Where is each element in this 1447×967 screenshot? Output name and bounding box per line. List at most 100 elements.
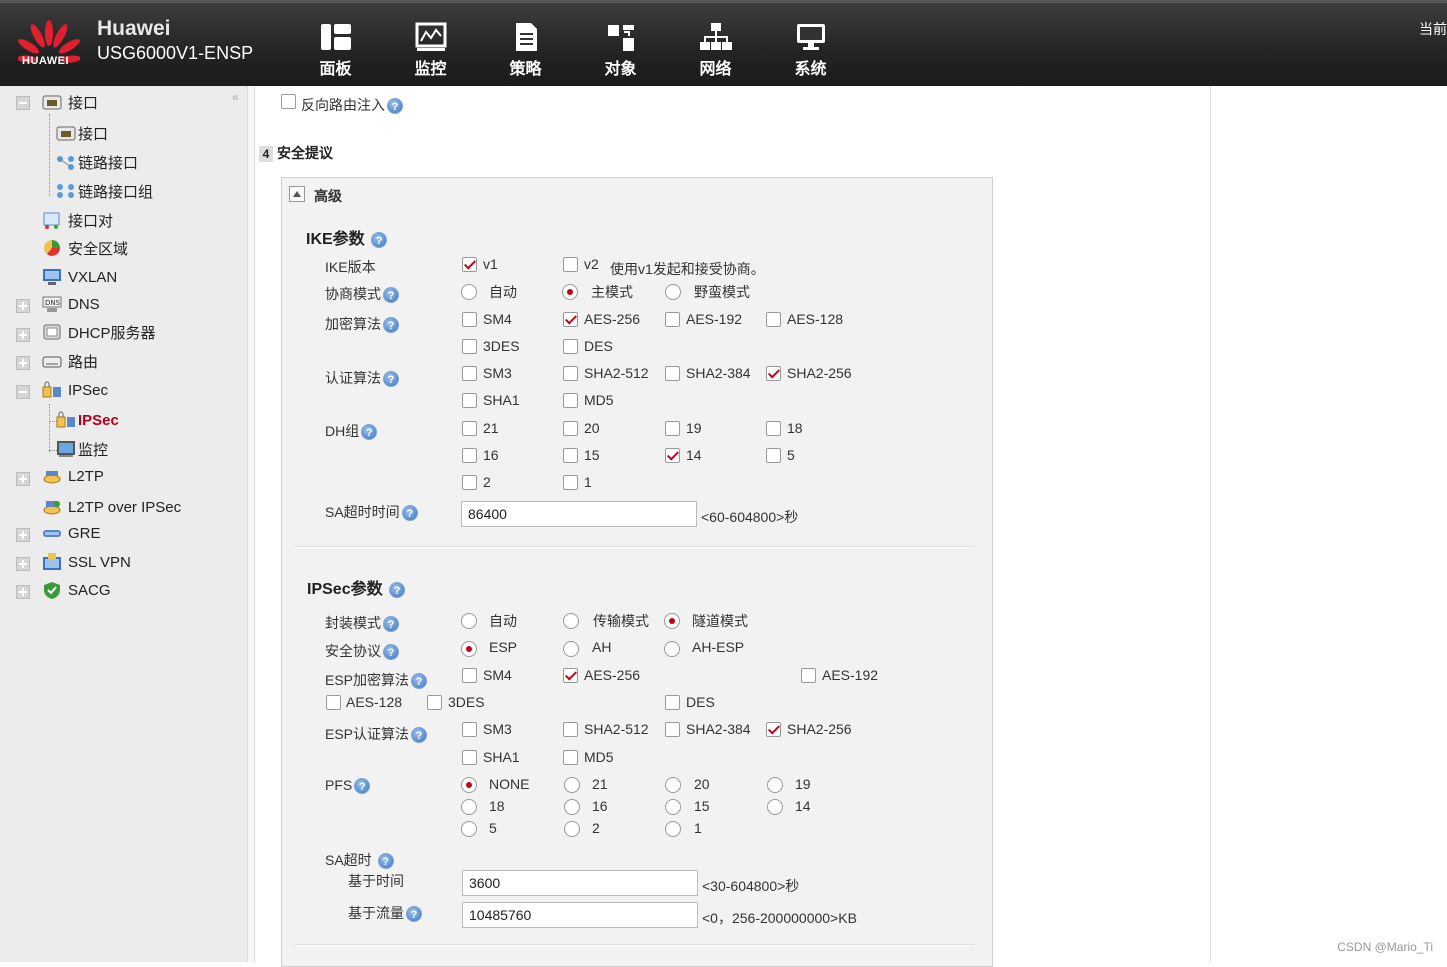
sidebar-item-link-interface-group[interactable]: 链路接口组 (56, 180, 153, 202)
sidebar-item-ssl-vpn[interactable]: SSL VPN (42, 551, 131, 573)
auth-sm3-checkbox[interactable] (462, 366, 477, 381)
help-icon[interactable]: ? (411, 727, 428, 744)
sidebar-item-l2tp-over-ipsec[interactable]: L2TP over IPSec (42, 496, 181, 518)
collapse-toggle[interactable] (16, 96, 30, 110)
esp-enc-3des-checkbox[interactable] (427, 695, 442, 710)
expand-toggle[interactable] (16, 585, 30, 599)
time-based-input[interactable]: 3600 (462, 870, 698, 896)
dh-1-checkbox[interactable] (563, 475, 578, 490)
esp-enc-aes256-checkbox[interactable] (563, 668, 578, 683)
mode-main-radio[interactable] (562, 284, 578, 300)
sidebar-item-ipsec[interactable]: IPSec (56, 409, 119, 431)
sidebar-item-route[interactable]: 路由 (42, 350, 98, 372)
help-icon[interactable]: ? (389, 581, 406, 598)
collapse-toggle[interactable] (16, 385, 30, 399)
esp-auth-md5-checkbox[interactable] (563, 750, 578, 765)
help-icon[interactable]: ? (361, 424, 378, 441)
expand-toggle[interactable] (16, 299, 30, 313)
help-icon[interactable]: ? (383, 371, 399, 388)
esp-auth-sha2-512-checkbox[interactable] (563, 722, 578, 737)
help-icon[interactable]: ? (371, 231, 388, 248)
enc-sm4-checkbox[interactable] (462, 312, 477, 327)
sidebar-item-interface-group[interactable]: 接口 (42, 91, 98, 113)
help-icon[interactable]: ? (401, 505, 418, 522)
dh-20-checkbox[interactable] (563, 421, 578, 436)
sidebar-item-interface-pair[interactable]: 接口对 (42, 209, 113, 231)
auth-sha2-512-checkbox[interactable] (563, 366, 578, 381)
help-icon[interactable]: ? (383, 317, 399, 334)
ike-v1-checkbox[interactable] (462, 257, 477, 272)
pfs-16-radio[interactable] (564, 799, 580, 815)
esp-auth-sha2-256-checkbox[interactable] (766, 722, 781, 737)
collapse-sidebar-icon[interactable]: « (232, 90, 239, 104)
help-icon[interactable]: ? (354, 778, 371, 795)
expand-toggle[interactable] (16, 356, 30, 370)
dh-19-checkbox[interactable] (665, 421, 680, 436)
auth-sha2-256-checkbox[interactable] (766, 366, 781, 381)
help-icon[interactable]: ? (383, 287, 399, 304)
pfs-none-radio[interactable] (461, 777, 477, 793)
traffic-based-input[interactable]: 10485760 (462, 902, 698, 928)
dh-16-checkbox[interactable] (462, 448, 477, 463)
esp-enc-aes128-checkbox[interactable] (326, 695, 341, 710)
esp-auth-sm3-checkbox[interactable] (462, 722, 477, 737)
pfs-15-radio[interactable] (665, 799, 681, 815)
pfs-1-radio[interactable] (665, 821, 681, 837)
enc-aes128-checkbox[interactable] (766, 312, 781, 327)
help-icon[interactable]: ? (383, 616, 399, 633)
sidebar-item-ipsec-group[interactable]: IPSec (42, 379, 108, 401)
esp-auth-sha2-384-checkbox[interactable] (665, 722, 680, 737)
enc-des-checkbox[interactable] (563, 339, 578, 354)
expand-toggle[interactable] (16, 328, 30, 342)
nav-object[interactable]: 对象 (573, 21, 668, 79)
pfs-20-radio[interactable] (665, 777, 681, 793)
collapse-advanced-icon[interactable] (289, 186, 305, 202)
mode-aggressive-radio[interactable] (665, 284, 681, 300)
enc-3des-checkbox[interactable] (462, 339, 477, 354)
dh-18-checkbox[interactable] (766, 421, 781, 436)
dh-2-checkbox[interactable] (462, 475, 477, 490)
nav-monitor[interactable]: 监控 (383, 21, 478, 79)
sidebar-item-interface[interactable]: 接口 (56, 122, 108, 144)
sidebar-item-security-zone[interactable]: 安全区域 (42, 237, 128, 259)
proto-ah-esp-radio[interactable] (664, 641, 680, 657)
help-icon[interactable]: ? (411, 673, 428, 690)
proto-esp-radio[interactable] (461, 641, 477, 657)
reverse-route-checkbox[interactable] (281, 94, 296, 109)
encap-tunnel-radio[interactable] (664, 613, 680, 629)
auth-md5-checkbox[interactable] (563, 393, 578, 408)
nav-dashboard[interactable]: 面板 (288, 21, 383, 79)
dh-21-checkbox[interactable] (462, 421, 477, 436)
sidebar-splitter[interactable] (247, 86, 255, 962)
esp-enc-sm4-checkbox[interactable] (462, 668, 477, 683)
sidebar-item-ipsec-monitor[interactable]: 监控 (56, 438, 108, 460)
pfs-14-radio[interactable] (767, 799, 783, 815)
pfs-2-radio[interactable] (564, 821, 580, 837)
help-icon[interactable]: ? (406, 906, 422, 923)
sidebar-item-vxlan[interactable]: VXLAN (42, 266, 117, 288)
help-icon[interactable]: ? (377, 853, 394, 870)
pfs-21-radio[interactable] (564, 777, 580, 793)
nav-network[interactable]: 网络 (668, 21, 763, 79)
help-icon[interactable]: ? (383, 644, 399, 661)
help-icon[interactable]: ? (387, 98, 403, 115)
pfs-18-radio[interactable] (461, 799, 477, 815)
nav-policy[interactable]: 策略 (478, 21, 573, 79)
nav-system[interactable]: 系统 (763, 21, 858, 79)
sidebar-item-gre[interactable]: GRE (42, 522, 101, 544)
esp-enc-aes192-checkbox[interactable] (801, 668, 816, 683)
sidebar-item-link-interface[interactable]: 链路接口 (56, 151, 138, 173)
mode-auto-radio[interactable] (461, 284, 477, 300)
enc-aes192-checkbox[interactable] (665, 312, 680, 327)
dh-14-checkbox[interactable] (665, 448, 680, 463)
pfs-19-radio[interactable] (767, 777, 783, 793)
auth-sha1-checkbox[interactable] (462, 393, 477, 408)
dh-15-checkbox[interactable] (563, 448, 578, 463)
encap-transport-radio[interactable] (563, 613, 579, 629)
sidebar-item-dns[interactable]: DNS DNS (42, 293, 100, 315)
sidebar-item-dhcp-server[interactable]: DHCP服务器 (42, 321, 156, 343)
pfs-5-radio[interactable] (461, 821, 477, 837)
auth-sha2-384-checkbox[interactable] (665, 366, 680, 381)
ike-v2-checkbox[interactable] (563, 257, 578, 272)
expand-toggle[interactable] (16, 557, 30, 571)
